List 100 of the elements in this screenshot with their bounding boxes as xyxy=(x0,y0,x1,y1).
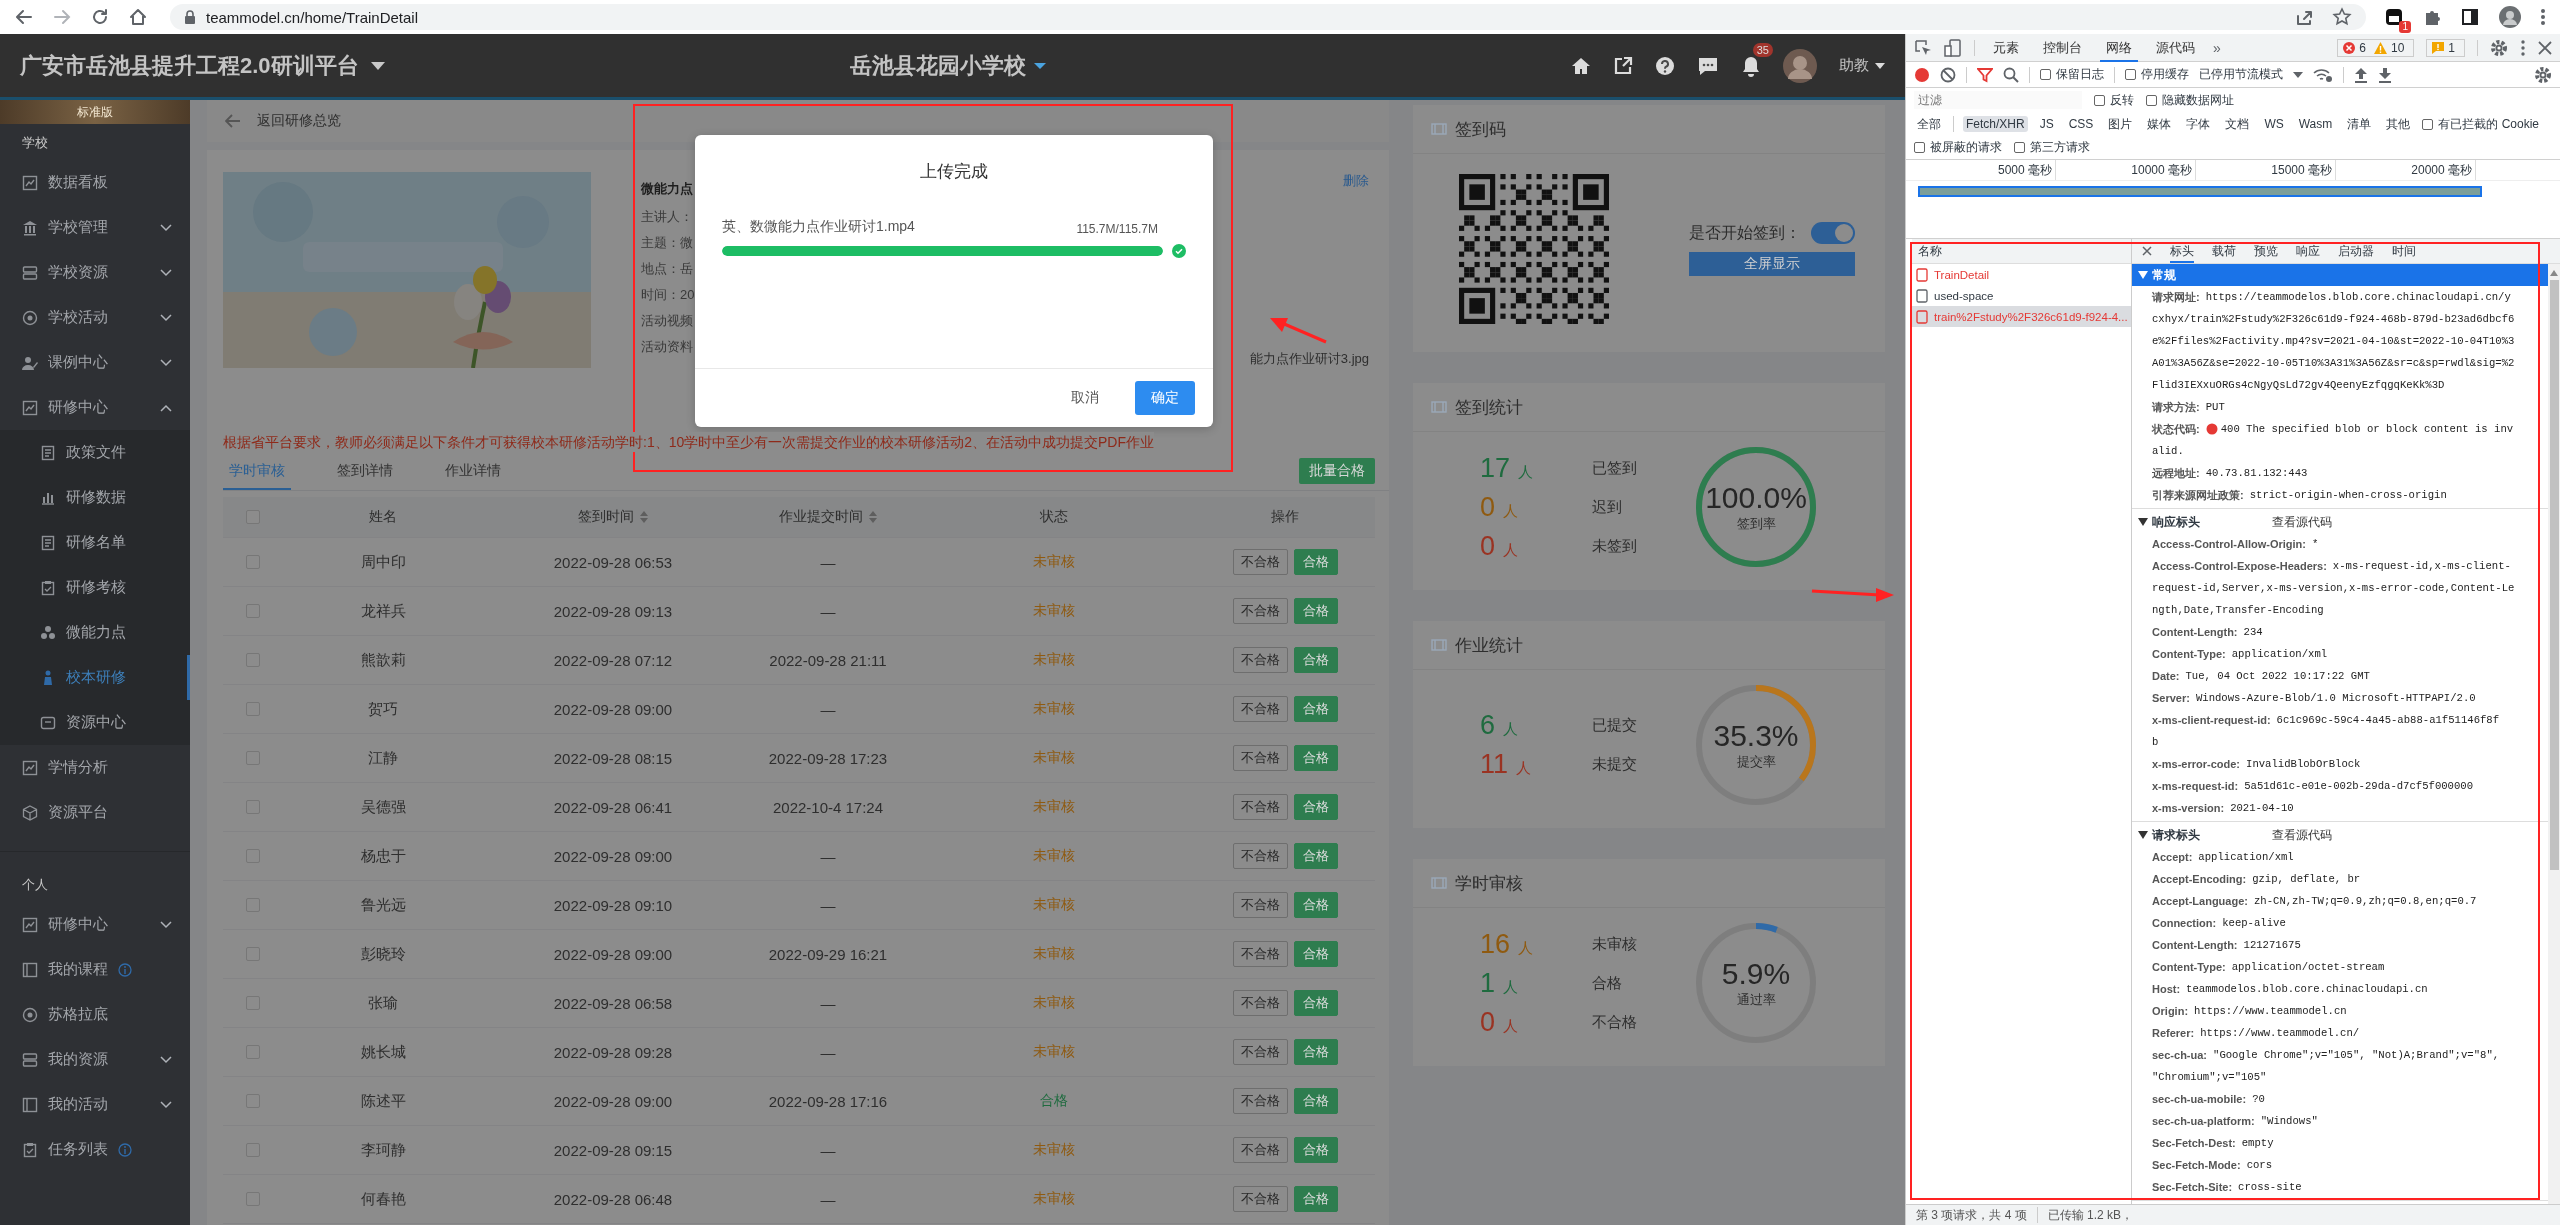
user-menu[interactable]: 助教 xyxy=(1839,56,1869,75)
filter-type-button[interactable]: 文档 xyxy=(2222,114,2253,134)
issues-button[interactable]: 1 xyxy=(2426,38,2465,57)
approve-button[interactable]: 合格 xyxy=(1293,1039,1338,1065)
sidebar-item[interactable]: 数据看板 xyxy=(0,160,190,205)
avatar[interactable] xyxy=(1783,48,1817,83)
sidebar-item[interactable]: 苏格拉底 xyxy=(0,992,190,1037)
checkbox[interactable]: 第三方请求 xyxy=(2014,139,2090,156)
back-link[interactable]: 返回研修总览 xyxy=(257,112,341,130)
sidebar-item[interactable]: 政策文件 xyxy=(0,430,190,475)
scroll-up-icon[interactable] xyxy=(2550,270,2558,276)
reject-button[interactable]: 不合格 xyxy=(1232,1186,1288,1212)
record-icon[interactable] xyxy=(1914,66,1930,83)
avatar-icon[interactable] xyxy=(2498,5,2522,29)
sidebar-item[interactable]: 课例中心 xyxy=(0,340,190,385)
devtools-tab[interactable]: 元素 xyxy=(1987,33,2025,62)
confirm-button[interactable]: 确定 xyxy=(1135,381,1195,415)
approve-button[interactable]: 合格 xyxy=(1293,1137,1338,1163)
devtools-tab[interactable]: 控制台 xyxy=(2037,33,2088,62)
attachment-link[interactable]: 能力点作业研讨3.jpg xyxy=(1249,350,1369,368)
reject-button[interactable]: 不合格 xyxy=(1232,941,1288,967)
close-icon[interactable] xyxy=(2538,40,2552,55)
device-icon[interactable] xyxy=(1944,38,1962,57)
checkbox[interactable]: 保留日志 xyxy=(2040,66,2104,83)
approve-button[interactable]: 合格 xyxy=(1293,1088,1338,1114)
clear-icon[interactable] xyxy=(1940,66,1956,83)
filter-type-button[interactable]: Wasm xyxy=(2295,116,2336,132)
chat-icon[interactable] xyxy=(1697,55,1719,76)
caret-icon[interactable] xyxy=(1034,61,1046,70)
reload-icon[interactable] xyxy=(90,7,110,27)
caret-icon[interactable] xyxy=(370,60,385,71)
reject-button[interactable]: 不合格 xyxy=(1232,990,1288,1016)
reject-button[interactable]: 不合格 xyxy=(1232,1039,1288,1065)
caret-icon[interactable] xyxy=(2293,71,2303,78)
sidebar-item[interactable]: 学情分析 xyxy=(0,745,190,790)
approve-button[interactable]: 合格 xyxy=(1293,941,1338,967)
tab[interactable]: 签到详情 xyxy=(331,452,399,490)
checkbox[interactable]: 有已拦截的 Cookie xyxy=(2422,115,2539,133)
inspect-icon[interactable] xyxy=(1914,38,1932,57)
approve-button[interactable]: 合格 xyxy=(1293,745,1338,771)
cancel-button[interactable]: 取消 xyxy=(1065,388,1105,408)
reject-button[interactable]: 不合格 xyxy=(1232,549,1288,575)
side-panel-icon[interactable] xyxy=(2460,7,2480,27)
download-icon[interactable] xyxy=(2378,66,2392,83)
filter-type-button[interactable]: 其他 xyxy=(2383,114,2414,134)
throttling-dropdown[interactable]: 已停用节流模式 xyxy=(2199,66,2283,83)
checkbox[interactable]: 被屏蔽的请求 xyxy=(1914,139,2002,156)
approve-button[interactable]: 合格 xyxy=(1293,696,1338,722)
detail-tab[interactable]: 预览 xyxy=(2254,239,2278,263)
filter-type-button[interactable]: 清单 xyxy=(2344,114,2375,134)
settings-icon[interactable] xyxy=(2534,65,2552,84)
reject-button[interactable]: 不合格 xyxy=(1232,696,1288,722)
sidebar-item[interactable]: 我的课程 xyxy=(0,947,190,992)
more-icon[interactable] xyxy=(2540,7,2546,27)
sidebar-item[interactable]: 资源平台 xyxy=(0,790,190,835)
bell-icon[interactable] xyxy=(1741,54,1761,77)
sidebar-item[interactable]: 学校资源 xyxy=(0,250,190,295)
reject-button[interactable]: 不合格 xyxy=(1232,745,1288,771)
fullscreen-button[interactable]: 全屏显示 xyxy=(1689,252,1855,276)
sidebar-item[interactable]: 任务列表 xyxy=(0,1127,190,1172)
filter-type-button[interactable]: 媒体 xyxy=(2144,114,2175,134)
devtools-tab[interactable]: 网络 xyxy=(2100,33,2138,62)
approve-button[interactable]: 合格 xyxy=(1293,549,1338,575)
checkbox[interactable]: 隐藏数据网址 xyxy=(2146,91,2234,109)
sidebar-item[interactable]: 学校活动 xyxy=(0,295,190,340)
upload-icon[interactable] xyxy=(2354,66,2368,83)
sidebar-item[interactable]: 我的活动 xyxy=(0,1082,190,1127)
help-icon[interactable] xyxy=(1655,55,1675,76)
approve-button[interactable]: 合格 xyxy=(1293,990,1338,1016)
reject-button[interactable]: 不合格 xyxy=(1232,647,1288,673)
filter-type-button[interactable]: 全部 xyxy=(1914,114,1944,134)
tab[interactable]: 作业详情 xyxy=(439,452,507,490)
sidebar-item[interactable]: 研修中心 xyxy=(0,385,190,430)
school-name[interactable]: 岳池县花园小学校 xyxy=(850,50,1026,81)
approve-button[interactable]: 合格 xyxy=(1293,1186,1338,1212)
approve-button[interactable]: 合格 xyxy=(1293,794,1338,820)
approve-button[interactable]: 合格 xyxy=(1293,598,1338,624)
sidebar-item[interactable]: 研修数据 xyxy=(0,475,190,520)
reject-button[interactable]: 不合格 xyxy=(1232,1137,1288,1163)
reject-button[interactable]: 不合格 xyxy=(1232,892,1288,918)
filter-type-button[interactable]: JS xyxy=(2036,116,2057,132)
filter-field[interactable]: 过滤 xyxy=(1914,91,2082,109)
reject-button[interactable]: 不合格 xyxy=(1232,794,1288,820)
wifi-settings-icon[interactable] xyxy=(2313,66,2333,83)
sidebar-item[interactable]: 我的资源 xyxy=(0,1037,190,1082)
sidebar-item[interactable]: 学校管理 xyxy=(0,205,190,250)
section-header[interactable]: 常规 xyxy=(2132,264,2548,286)
home-icon[interactable] xyxy=(128,7,148,27)
reject-button[interactable]: 不合格 xyxy=(1232,843,1288,869)
approve-button[interactable]: 合格 xyxy=(1293,647,1338,673)
more-icon[interactable] xyxy=(2520,38,2526,57)
search-icon[interactable] xyxy=(2003,66,2019,83)
home-icon[interactable] xyxy=(1571,55,1591,76)
extension-icon[interactable] xyxy=(2384,7,2404,27)
address-bar[interactable]: teammodel.cn/home/TrainDetail xyxy=(170,4,2366,30)
settings-icon[interactable] xyxy=(2490,38,2508,57)
approve-button[interactable]: 合格 xyxy=(1293,892,1338,918)
filter-type-button[interactable]: CSS xyxy=(2065,116,2097,132)
request-row[interactable]: TrainDetail xyxy=(1912,264,2131,285)
external-link-icon[interactable] xyxy=(1613,55,1633,76)
